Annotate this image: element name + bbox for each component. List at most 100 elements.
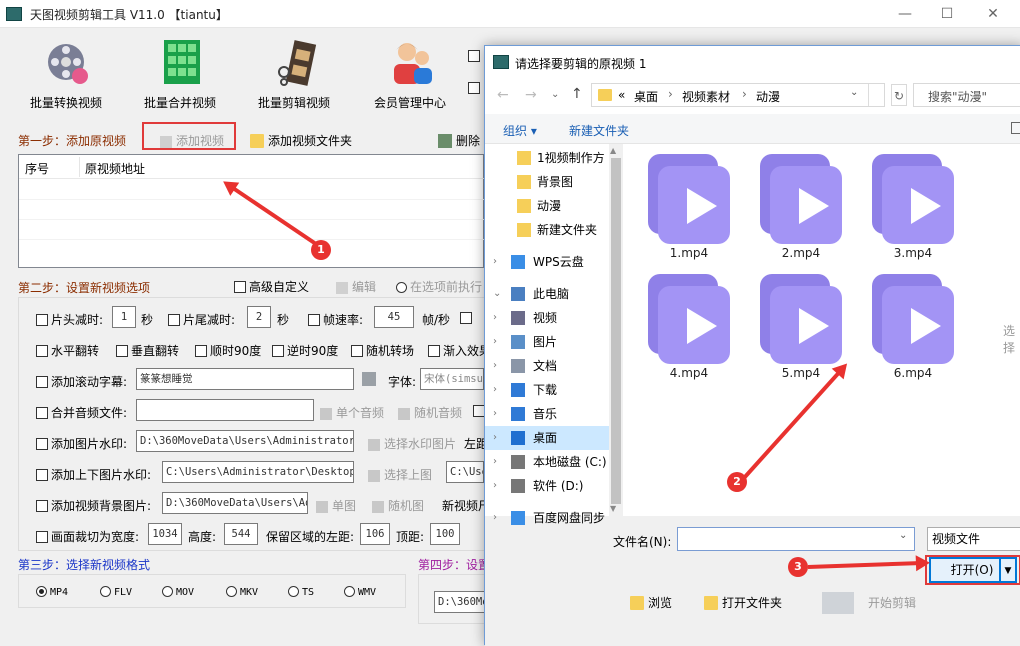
scroll-sub-input[interactable]: 篆篆想睡觉 (136, 368, 354, 390)
nav-item[interactable]: 动漫 (485, 194, 609, 218)
breadcrumb-overflow[interactable]: « (618, 88, 625, 102)
nav-item[interactable]: › WPS云盘 (485, 250, 609, 274)
breadcrumb-anime[interactable]: 动漫 (756, 88, 780, 105)
head-cut-input[interactable]: 1 (112, 306, 136, 328)
choose-watermark-button[interactable]: 选择水印图片 (368, 435, 456, 452)
single-audio-button[interactable]: 单个音频 (320, 404, 384, 421)
add-video-button[interactable]: 添加视频 (160, 132, 224, 149)
open-folder-button[interactable]: 打开文件夹 (704, 594, 782, 611)
framerate-input[interactable]: 45 (374, 306, 414, 328)
nav-item[interactable]: 背景图 (485, 170, 609, 194)
crop-checkbox[interactable]: 画面裁切为宽度: (36, 528, 139, 545)
font-select[interactable]: 宋体(simsun) (420, 368, 484, 390)
before-option-radio[interactable]: 在选项前执行 (396, 278, 482, 295)
hflip-checkbox[interactable]: 水平翻转 (36, 342, 99, 359)
crop-width-input[interactable]: 1034 (148, 523, 182, 545)
expand-arrow-icon[interactable]: › (493, 330, 497, 354)
cw90-checkbox[interactable]: 顺时90度 (195, 342, 261, 359)
expand-arrow-icon[interactable]: › (493, 426, 497, 450)
add-folder-button[interactable]: 添加视频文件夹 (250, 132, 352, 149)
address-dropdown-icon[interactable]: ⌄ (850, 87, 858, 98)
up-arrow-icon[interactable]: ↑ (571, 86, 583, 102)
filename-input[interactable] (677, 527, 915, 551)
vflip-checkbox[interactable]: 垂直翻转 (116, 342, 179, 359)
nav-item[interactable]: 新建文件夹 (485, 218, 609, 242)
ccw90-checkbox[interactable]: 逆时90度 (272, 342, 338, 359)
watermark-checkbox[interactable]: 添加图片水印: (36, 435, 127, 452)
nav-item[interactable]: › 百度网盘同步 (485, 506, 609, 530)
new-folder-button[interactable]: 新建文件夹 (569, 122, 629, 139)
crop-height-input[interactable]: 544 (224, 523, 258, 545)
organize-button[interactable]: 组织 ▾ (503, 122, 537, 139)
left-margin-input[interactable]: 106 (360, 523, 390, 545)
nav-item[interactable]: › 音乐 (485, 402, 609, 426)
video-file-item[interactable]: 4.mp4 (637, 266, 741, 384)
close-button[interactable]: ✕ (978, 3, 1008, 25)
edit-button[interactable]: 编辑 (336, 278, 376, 295)
format-wmv[interactable]: WMV (344, 586, 376, 598)
topbottom-wm-checkbox[interactable]: 添加上下图片水印: (36, 466, 151, 483)
format-flv[interactable]: FLV (100, 586, 132, 598)
expand-arrow-icon[interactable]: › (493, 450, 497, 474)
maximize-button[interactable]: ☐ (932, 3, 962, 25)
nav-item[interactable]: › 软件 (D:) (485, 474, 609, 498)
bg-image-checkbox[interactable]: 添加视频背景图片: (36, 497, 151, 514)
head-cut-checkbox[interactable]: 片头减时: (36, 311, 103, 328)
format-ts[interactable]: TS (288, 586, 314, 598)
nav-item[interactable]: › 本地磁盘 (C:) (485, 450, 609, 474)
expand-arrow-icon[interactable]: › (493, 474, 497, 498)
breadcrumb-video-material[interactable]: 视频素材 (682, 88, 730, 105)
video-file-item[interactable]: 6.mp4 (861, 266, 965, 384)
nav-item[interactable]: ⌄ 此电脑 (485, 282, 609, 306)
video-list-table[interactable]: 序号 原视频地址 (18, 154, 485, 268)
format-mov[interactable]: MOV (162, 586, 194, 598)
video-file-item[interactable]: 1.mp4 (637, 146, 741, 264)
framerate-checkbox[interactable]: 帧速率: (308, 311, 363, 328)
recent-chevron-icon[interactable]: ⌄ (551, 89, 559, 100)
address-bar[interactable]: « 桌面 › 视频素材 › 动漫 ⌄ (591, 83, 885, 107)
random-audio-button[interactable]: 随机音频 (398, 404, 462, 421)
expand-arrow-icon[interactable]: › (493, 354, 497, 378)
search-box[interactable]: 搜索"动漫" (913, 83, 1020, 107)
scroll-up-icon[interactable]: ▲ (610, 146, 616, 155)
audio-path-input[interactable] (136, 399, 314, 421)
minimize-button[interactable]: — (890, 3, 920, 25)
upper-image-button[interactable]: 选择上图 (368, 466, 432, 483)
top-checkbox-1[interactable] (468, 50, 480, 62)
upper-path-input[interactable]: C:\Use (446, 461, 484, 483)
nav-item[interactable]: › 图片 (485, 330, 609, 354)
member-center-button[interactable]: 会员管理中心 (362, 34, 458, 114)
start-icon[interactable] (822, 592, 854, 614)
expand-arrow-icon[interactable]: › (493, 250, 497, 274)
expand-arrow-icon[interactable]: › (493, 402, 497, 426)
batch-merge-button[interactable]: 批量合并视频 (132, 34, 228, 114)
view-options-icon[interactable] (1011, 122, 1020, 134)
merge-audio-checkbox[interactable]: 合并音频文件: (36, 404, 127, 421)
col-path-header[interactable]: 原视频地址 (85, 160, 145, 177)
format-mkv[interactable]: MKV (226, 586, 258, 598)
col-index-header[interactable]: 序号 (25, 160, 49, 177)
nav-item[interactable]: 1视频制作方 (485, 146, 609, 170)
bg-path-input[interactable]: D:\360MoveData\Users\Adm (162, 492, 308, 514)
nav-scroll-thumb[interactable] (611, 158, 621, 504)
tail-cut-input[interactable]: 2 (247, 306, 271, 328)
filename-dropdown-icon[interactable]: ⌄ (899, 530, 907, 541)
expand-arrow-icon[interactable]: › (493, 506, 497, 530)
video-file-item[interactable]: 2.mp4 (749, 146, 853, 264)
scroll-sub-checkbox[interactable]: 添加滚动字幕: (36, 373, 127, 390)
expand-arrow-icon[interactable]: › (493, 306, 497, 330)
breadcrumb-desktop[interactable]: 桌面 (634, 88, 658, 105)
watermark-path-input[interactable]: D:\360MoveData\Users\Administrator\D (136, 430, 354, 452)
top-margin-input[interactable]: 100 (430, 523, 460, 545)
video-file-item[interactable]: 3.mp4 (861, 146, 965, 264)
fade-in-checkbox[interactable]: 渐入效果 (428, 342, 484, 359)
back-arrow-icon[interactable]: ← (497, 87, 509, 103)
delete-button[interactable]: 删除 (438, 132, 480, 149)
batch-edit-button[interactable]: 批量剪辑视频 (246, 34, 342, 114)
extra-checkbox[interactable] (460, 312, 472, 324)
expand-arrow-icon[interactable]: ⌄ (493, 282, 501, 306)
start-edit-button[interactable]: 开始剪辑 (868, 594, 916, 611)
filetype-select[interactable]: 视频文件 (927, 527, 1020, 551)
topbottom-path-input[interactable]: C:\Users\Administrator\Desktop\背 (162, 461, 354, 483)
format-mp4[interactable]: MP4 (36, 586, 68, 598)
